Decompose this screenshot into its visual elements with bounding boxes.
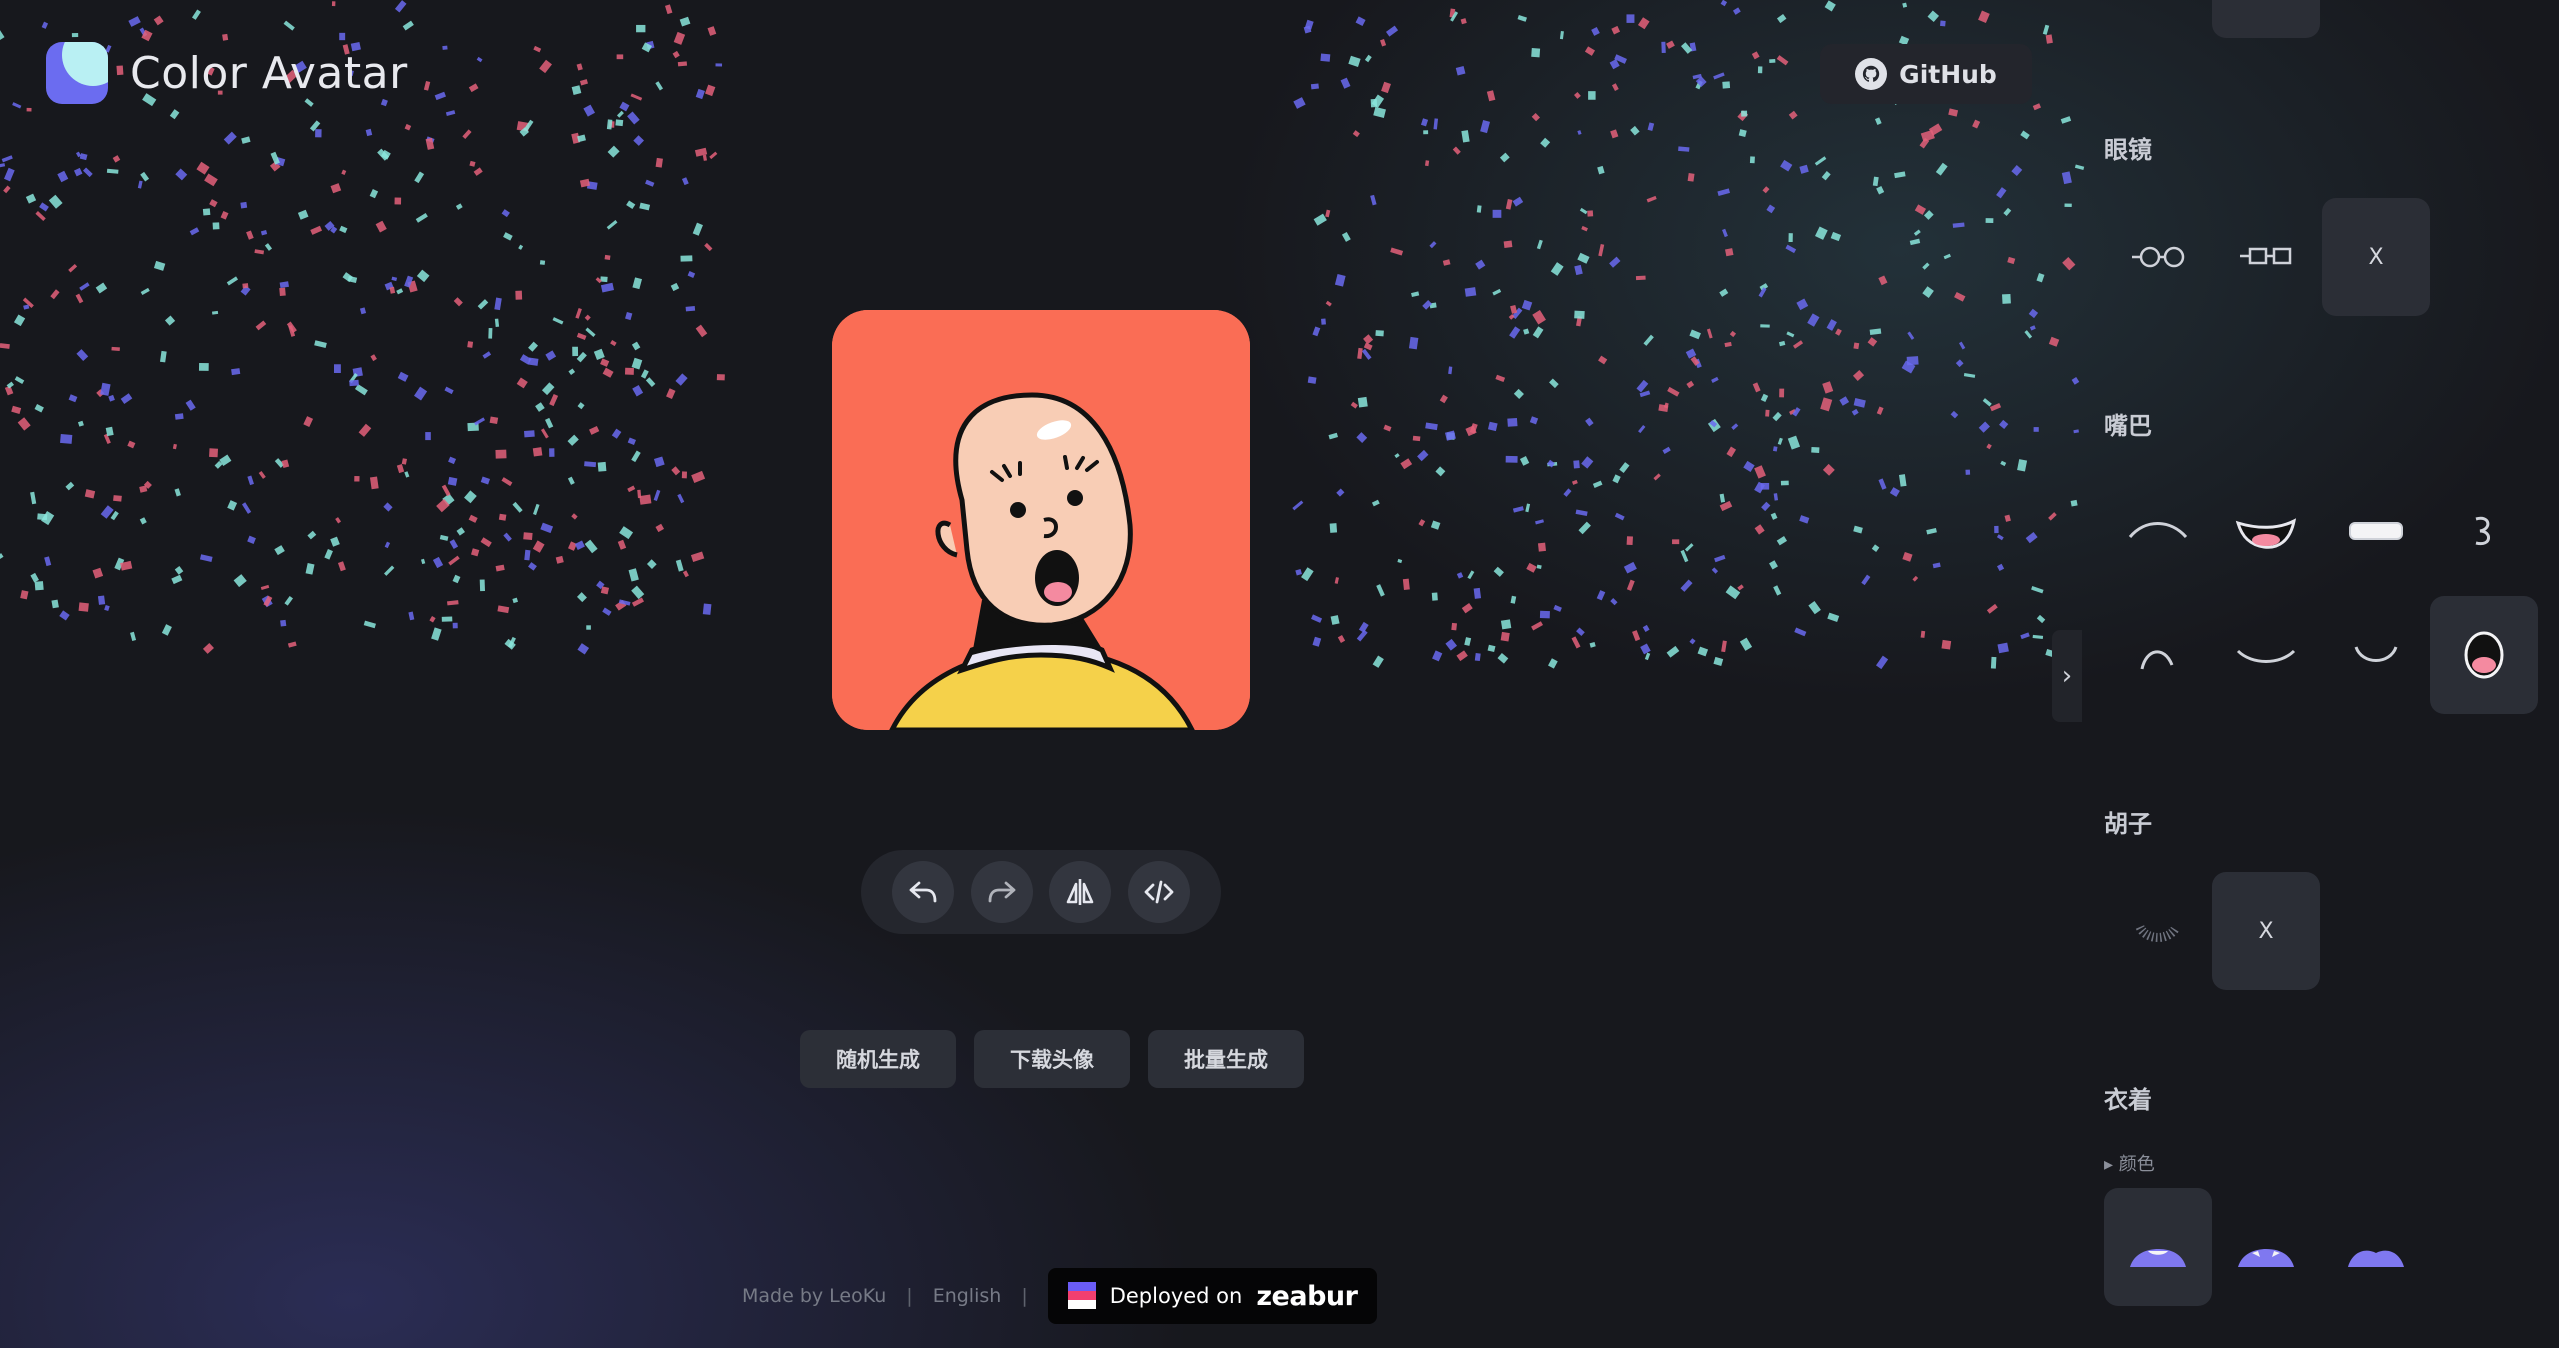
undo-icon: [909, 881, 937, 903]
beard-option-none[interactable]: X: [2212, 872, 2320, 990]
zeabur-logo-icon: [1067, 1282, 1096, 1310]
option-top-partial[interactable]: [2212, 0, 2320, 38]
github-icon: [1855, 58, 1888, 90]
language-switch[interactable]: English: [933, 1285, 1002, 1307]
mouth-option-5[interactable]: [2104, 596, 2212, 714]
mouth-teeth-icon: [2349, 522, 2403, 540]
mouth-option-3[interactable]: [2322, 472, 2430, 590]
round-glasses-icon: [2132, 246, 2185, 268]
mouth-small-smile-icon: [2354, 646, 2398, 662]
glasses-option-none[interactable]: X: [2322, 198, 2430, 316]
mouth-kiss-icon: [2475, 516, 2490, 546]
none-label: X: [2258, 918, 2274, 944]
mouth-arc-icon: [2128, 522, 2188, 539]
mouth-open-smile-icon: [2235, 518, 2297, 549]
flip-icon: [1067, 879, 1094, 905]
mouth-option-8[interactable]: [2430, 596, 2538, 714]
made-by-link[interactable]: Made by LeoKu: [742, 1285, 886, 1307]
section-title-glasses: 眼镜: [2104, 136, 2152, 164]
clothes-hoodie-icon: [2348, 1250, 2404, 1267]
github-button[interactable]: GitHub: [1820, 44, 2032, 104]
app-logo[interactable]: Color Avatar: [46, 42, 408, 104]
edit-toolbar: [861, 850, 1221, 934]
code-icon: [1144, 880, 1174, 904]
avatar-preview: [832, 310, 1250, 730]
section-title-clothes: 衣着: [2104, 1086, 2152, 1114]
section-title-beard: 胡子: [2104, 810, 2152, 838]
clothes-tee-icon: [2130, 1249, 2186, 1267]
footer-separator: |: [1021, 1285, 1028, 1307]
clothes-option-1[interactable]: [2104, 1188, 2212, 1306]
deployed-on-label: Deployed on: [1109, 1284, 1243, 1308]
mouth-surprised-icon: [2464, 631, 2504, 679]
clothes-color-toggle[interactable]: ▸ 颜色: [2104, 1150, 2155, 1176]
glasses-option-round[interactable]: [2104, 198, 2212, 316]
zeabur-brand-label: zeabur: [1256, 1280, 1358, 1312]
footer-separator: |: [906, 1285, 913, 1307]
redo-button[interactable]: [970, 861, 1033, 923]
glasses-option-square[interactable]: [2212, 198, 2320, 316]
clothes-option-3[interactable]: [2322, 1188, 2430, 1306]
redo-icon: [988, 881, 1015, 903]
mouth-option-2[interactable]: [2212, 472, 2320, 590]
logo-icon: [46, 42, 108, 104]
square-glasses-icon: [2240, 247, 2292, 265]
github-label: GitHub: [1899, 59, 1997, 89]
mouth-option-1[interactable]: [2104, 472, 2212, 590]
mouth-option-4[interactable]: [2430, 472, 2538, 590]
clothes-option-2[interactable]: [2212, 1188, 2320, 1306]
clothes-collar-icon: [2238, 1249, 2294, 1267]
code-button[interactable]: [1128, 861, 1191, 923]
beard-option-stubble[interactable]: [2104, 872, 2212, 990]
random-generate-button[interactable]: 随机生成: [800, 1030, 956, 1088]
app-title: Color Avatar: [130, 47, 408, 99]
mouth-option-6[interactable]: [2212, 596, 2320, 714]
download-avatar-button[interactable]: 下载头像: [974, 1030, 1130, 1088]
undo-button[interactable]: [891, 861, 954, 923]
zeabur-badge[interactable]: Deployed on zeabur: [1047, 1268, 1378, 1324]
flip-button[interactable]: [1049, 861, 1112, 923]
stubble-icon: [2135, 924, 2181, 942]
none-label: X: [2368, 244, 2384, 270]
mouth-small-arc-icon: [2140, 650, 2174, 670]
footer: Made by LeoKu | English | Deployed on ze…: [742, 1268, 1378, 1324]
mouth-option-7[interactable]: [2322, 596, 2430, 714]
section-title-mouth: 嘴巴: [2104, 412, 2152, 440]
panel-collapse-button[interactable]: ›: [2052, 630, 2082, 722]
action-buttons: 随机生成 下载头像 批量生成: [800, 1030, 1304, 1088]
mouth-smile-icon: [2236, 649, 2296, 663]
batch-generate-button[interactable]: 批量生成: [1148, 1030, 1304, 1088]
